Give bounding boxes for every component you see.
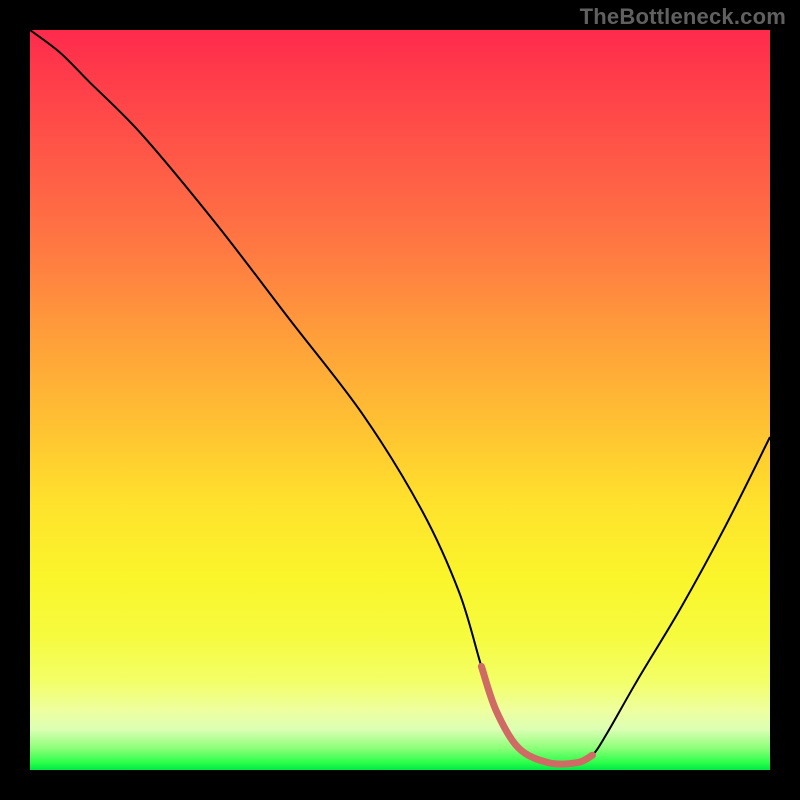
chart-frame: TheBottleneck.com [0,0,800,800]
watermark-text: TheBottleneck.com [580,4,786,30]
optimal-range-marker [481,666,592,764]
plot-area [30,30,770,770]
bottleneck-curve [30,30,770,764]
curve-overlay [30,30,770,770]
